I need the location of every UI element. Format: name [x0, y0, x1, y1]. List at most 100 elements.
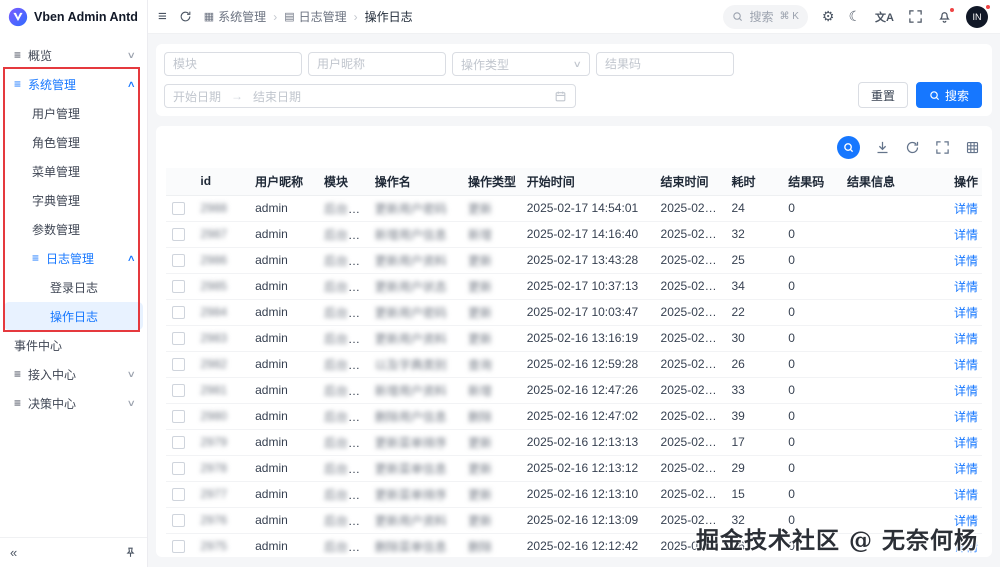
row-checkbox[interactable] [172, 228, 185, 242]
detail-link[interactable]: 详情 [954, 540, 978, 554]
table-fullscreen-icon[interactable] [935, 140, 950, 155]
search-label: 搜索 [944, 88, 969, 103]
sidebar-item-param-management[interactable]: 参数管理 [4, 215, 143, 243]
cell-type: 更新 [461, 273, 521, 300]
cell-msg [841, 403, 925, 430]
operation-type-select[interactable]: 操作类型 ∨ [452, 52, 590, 76]
cell-dur-value: 29 [731, 461, 745, 475]
cell-op-value: 更新用户密码 [374, 201, 447, 216]
detail-link[interactable]: 详情 [954, 488, 978, 502]
notification-bell-icon[interactable] [937, 7, 955, 24]
cell-msg [841, 195, 925, 222]
detail-link[interactable]: 详情 [954, 306, 978, 320]
breadcrumb-item-log[interactable]: ▤ 日志管理 [284, 8, 346, 25]
settings-gear-icon[interactable]: ⚙ [822, 8, 835, 25]
detail-link[interactable]: 详情 [954, 436, 978, 450]
cell-code: 0 [782, 429, 842, 456]
detail-link[interactable]: 详情 [954, 462, 978, 476]
sidebar-collapse-icon[interactable]: « [10, 545, 17, 560]
sidebar-item-role-management[interactable]: 角色管理 [4, 128, 143, 156]
user-avatar[interactable]: IN [966, 3, 991, 28]
start-date-placeholder: 开始日期 [173, 89, 222, 104]
table-refresh-icon[interactable] [905, 140, 920, 155]
sidebar-item-access-center[interactable]: ≡ 接入中心 ∨ [4, 360, 143, 388]
calendar-icon [554, 90, 567, 103]
table-head-row: id 用户昵称 模块 操作名 操作类型 开始时间 结束时间 耗时 结果码 结果信息 操作 [166, 168, 982, 196]
table-row: 2980 admin 后台-用户删除用户信息 删除 2025-02-16 12:47:0… [166, 403, 982, 430]
column-settings-icon[interactable] [965, 140, 980, 155]
sidebar-pin-icon[interactable] [124, 546, 137, 559]
row-checkbox[interactable] [172, 280, 185, 294]
row-checkbox[interactable] [172, 410, 185, 424]
fullscreen-icon[interactable] [908, 9, 923, 24]
cell-start-value: 2025-02-16 12:13:09 [526, 513, 639, 527]
cell-op: 更新菜单排序 [368, 429, 462, 456]
sidebar-item-user-management[interactable]: 用户管理 [4, 99, 143, 127]
sidebar-item-overview[interactable]: ≡ 概览 ∨ [4, 41, 143, 69]
sidebar-footer: « [0, 537, 147, 567]
row-checkbox[interactable] [172, 358, 185, 372]
row-checkbox[interactable] [172, 488, 185, 502]
sidebar-item-operation-log[interactable]: 操作日志 [4, 302, 143, 330]
row-checkbox[interactable] [172, 202, 185, 216]
sidebar-item-menu-management[interactable]: 菜单管理 [4, 157, 143, 185]
search-icon [930, 90, 940, 100]
row-checkbox[interactable] [172, 436, 185, 450]
detail-link[interactable]: 详情 [954, 254, 978, 268]
result-code-input[interactable] [596, 52, 734, 76]
global-search-button[interactable]: 搜索 ⌘ K [723, 4, 808, 29]
export-download-icon[interactable] [875, 140, 890, 155]
sidebar-item-dict-management[interactable]: 字典管理 [4, 186, 143, 214]
cell-end-value: 2025-02-16... [660, 487, 726, 501]
column-header-10: 操作 [924, 168, 982, 196]
hamburger-menu-icon[interactable]: ≡ [158, 8, 167, 25]
sidebar-item-login-log[interactable]: 登录日志 [4, 273, 143, 301]
dark-mode-moon-icon[interactable]: ☾ [848, 8, 861, 25]
language-translate-icon[interactable]: 文A [875, 9, 894, 25]
cell-mod-value: 后台-用户 [324, 305, 369, 320]
sidebar-item-system-management[interactable]: ≡ 系统管理 ∧ [4, 70, 143, 98]
row-checkbox[interactable] [172, 514, 185, 528]
cell-code-value: 0 [788, 253, 795, 267]
detail-link[interactable]: 详情 [954, 384, 978, 398]
cell-id-value: 2984 [200, 305, 228, 319]
row-checkbox[interactable] [172, 462, 185, 476]
detail-link[interactable]: 详情 [954, 410, 978, 424]
table-row: 2985 admin 后台-用户更新用户状态 更新 2025-02-17 10:37:1… [166, 273, 982, 300]
avatar-status-dot [985, 3, 991, 10]
detail-link[interactable]: 详情 [954, 358, 978, 372]
nickname-input[interactable] [308, 52, 446, 76]
reset-button[interactable]: 重置 [857, 82, 908, 108]
sidebar-item-decision-center[interactable]: ≡ 决策中心 ∨ [4, 389, 143, 417]
table-search-icon[interactable] [837, 136, 860, 159]
detail-link[interactable]: 详情 [954, 280, 978, 294]
logo[interactable]: Vben Admin Antd [0, 0, 147, 34]
detail-link[interactable]: 详情 [954, 514, 978, 528]
cell-id: 2981 [194, 377, 250, 404]
row-checkbox[interactable] [172, 332, 185, 346]
cell-type-value: 更新 [467, 461, 492, 476]
cell-op-value: 新增用户信息 [374, 227, 447, 242]
module-input[interactable] [164, 52, 302, 76]
detail-link[interactable]: 详情 [954, 332, 978, 346]
sidebar-item-log-management[interactable]: ≡ 日志管理 ∧ [4, 244, 143, 272]
refresh-icon[interactable] [179, 10, 192, 23]
search-button[interactable]: 搜索 [915, 82, 982, 108]
detail-link[interactable]: 详情 [954, 202, 978, 216]
cell-dur-value: 22 [731, 305, 745, 319]
date-range-picker[interactable]: 开始日期 → 结束日期 [164, 84, 576, 108]
select-cell [166, 403, 195, 430]
breadcrumb-item-system[interactable]: ▦ 系统管理 [204, 8, 266, 25]
row-checkbox[interactable] [172, 384, 185, 398]
cell-type: 新增 [461, 221, 521, 248]
column-header-6: 结束时间 [654, 168, 726, 196]
detail-link[interactable]: 详情 [954, 228, 978, 242]
row-checkbox[interactable] [172, 306, 185, 320]
action-cell: 详情 [924, 455, 982, 482]
row-checkbox[interactable] [172, 254, 185, 268]
cell-type: 更新 [461, 247, 521, 274]
sidebar-item-event-center[interactable]: 事件中心 [4, 331, 143, 359]
row-checkbox[interactable] [172, 540, 185, 554]
cell-start: 2025-02-16 12:47:26 [520, 377, 655, 404]
cell-op: 删除菜单信息 [368, 533, 462, 557]
